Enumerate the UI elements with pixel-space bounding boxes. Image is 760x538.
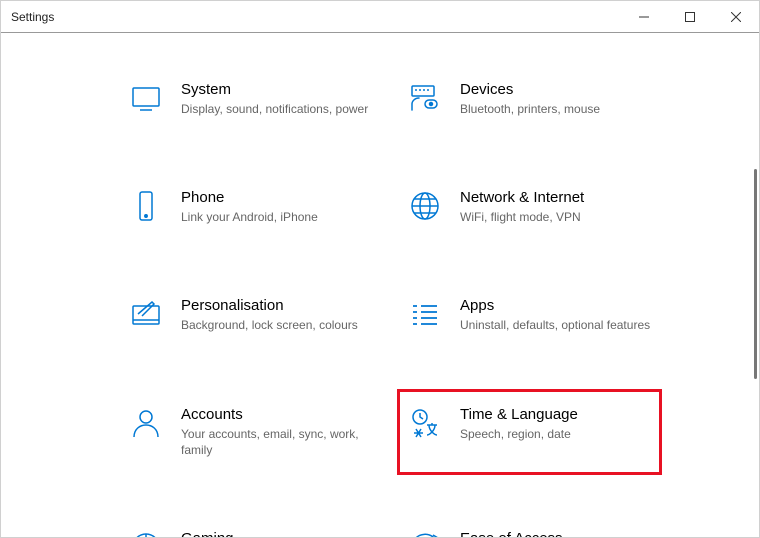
item-desc: Your accounts, email, sync, work, family bbox=[181, 426, 372, 458]
settings-item-network[interactable]: Network & Internet WiFi, flight mode, VP… bbox=[400, 181, 659, 233]
item-title: Apps bbox=[460, 297, 651, 314]
item-desc: Uninstall, defaults, optional features bbox=[460, 317, 651, 333]
settings-item-time-language[interactable]: Time & Language Speech, region, date bbox=[400, 392, 659, 472]
scrollbar[interactable] bbox=[754, 169, 757, 379]
settings-item-gaming[interactable]: Gaming bbox=[121, 522, 380, 537]
settings-item-devices[interactable]: Devices Bluetooth, printers, mouse bbox=[400, 73, 659, 125]
settings-content: System Display, sound, notifications, po… bbox=[1, 33, 759, 537]
settings-grid: System Display, sound, notifications, po… bbox=[121, 73, 659, 537]
item-title: Phone bbox=[181, 189, 372, 206]
item-title: Network & Internet bbox=[460, 189, 651, 206]
item-desc: Bluetooth, printers, mouse bbox=[460, 101, 651, 117]
settings-item-system[interactable]: System Display, sound, notifications, po… bbox=[121, 73, 380, 125]
person-icon bbox=[129, 406, 163, 440]
window-title: Settings bbox=[11, 10, 54, 24]
item-desc: WiFi, flight mode, VPN bbox=[460, 209, 651, 225]
close-button[interactable] bbox=[713, 1, 759, 33]
settings-item-accounts[interactable]: Accounts Your accounts, email, sync, wor… bbox=[121, 398, 380, 466]
devices-icon bbox=[408, 81, 442, 115]
item-title: Accounts bbox=[181, 406, 372, 423]
gaming-icon bbox=[129, 530, 163, 537]
system-icon bbox=[129, 81, 163, 115]
apps-icon bbox=[408, 297, 442, 331]
item-title: Devices bbox=[460, 81, 651, 98]
item-title: Time & Language bbox=[460, 406, 651, 423]
settings-item-ease-of-access[interactable]: Ease of Access bbox=[400, 522, 659, 537]
phone-icon bbox=[129, 189, 163, 223]
settings-item-personalisation[interactable]: Personalisation Background, lock screen,… bbox=[121, 289, 380, 341]
item-desc: Speech, region, date bbox=[460, 426, 651, 442]
paintbrush-icon bbox=[129, 297, 163, 331]
item-desc: Link your Android, iPhone bbox=[181, 209, 372, 225]
ease-of-access-icon bbox=[408, 530, 442, 537]
item-title: System bbox=[181, 81, 372, 98]
globe-icon bbox=[408, 189, 442, 223]
titlebar: Settings bbox=[1, 1, 759, 33]
maximize-button[interactable] bbox=[667, 1, 713, 33]
item-desc: Background, lock screen, colours bbox=[181, 317, 372, 333]
settings-item-phone[interactable]: Phone Link your Android, iPhone bbox=[121, 181, 380, 233]
minimize-button[interactable] bbox=[621, 1, 667, 33]
item-title: Gaming bbox=[181, 530, 372, 537]
time-language-icon bbox=[408, 406, 442, 440]
settings-item-apps[interactable]: Apps Uninstall, defaults, optional featu… bbox=[400, 289, 659, 341]
item-title: Personalisation bbox=[181, 297, 372, 314]
item-title: Ease of Access bbox=[460, 530, 651, 537]
item-desc: Display, sound, notifications, power bbox=[181, 101, 372, 117]
